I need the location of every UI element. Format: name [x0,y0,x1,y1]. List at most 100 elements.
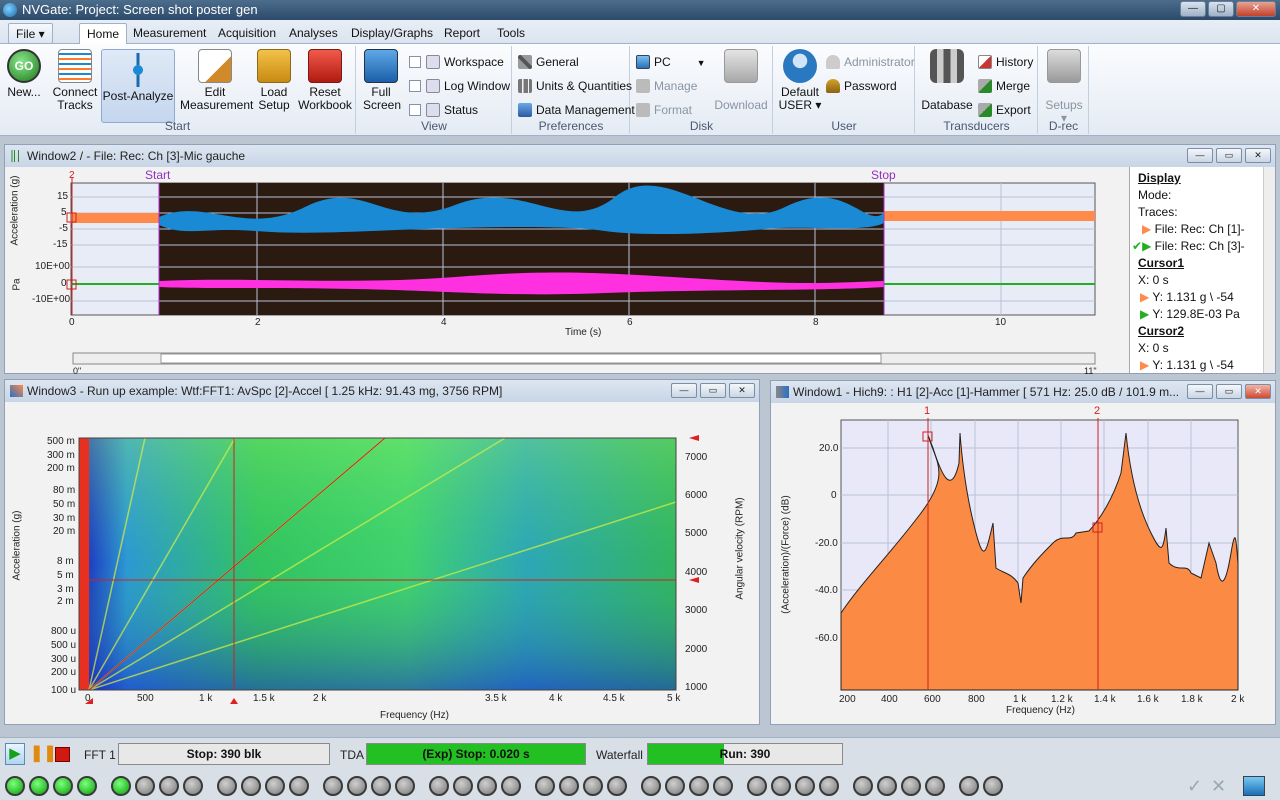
w2-xtick-8: 8 [813,317,819,328]
stop-button[interactable] [55,747,70,762]
default-user-button[interactable]: Default USER ▾ [778,49,822,112]
window1-close-icon[interactable]: ✕ [1245,384,1271,399]
window1-restore-icon[interactable]: ▭ [1216,384,1242,399]
w3-ytick-300u: 300 u [51,654,77,665]
w3-y2tick-7000: 7000 [685,452,708,463]
edit-measurement-button[interactable]: Edit Measurement [180,49,253,112]
window2-scroll-thumb[interactable] [160,353,882,364]
tda-status-text: (Exp) Stop: 0.020 s [422,747,530,761]
data-management-button[interactable]: Data Management [518,100,635,120]
group-user: Default USER ▾ Administrator Password Use… [774,46,915,134]
password-button[interactable]: Password [826,76,897,96]
play-icon: ▶ [9,745,21,762]
scroll-start-label: 0" [73,366,82,376]
group-transducers: Database History Merge Export Transducer… [916,46,1038,134]
log-window-checkbox[interactable] [409,80,421,92]
w1-xtick-1-2k: 1.2 k [1051,694,1073,705]
export-button[interactable]: Export [978,100,1031,120]
setups-button[interactable]: Setups ▾ [1045,49,1083,125]
post-analyze-button[interactable]: Post-Analyze [101,49,175,123]
w3-xtick-500: 500 [137,693,154,704]
app-title-bar: NVGate: Project: Screen shot poster gen … [0,0,1280,20]
window3-plot[interactable] [5,402,759,724]
display-heading[interactable]: Display [1138,171,1181,185]
w2-xtick-2: 2 [255,317,261,328]
play-button[interactable]: ▶ [5,743,25,765]
maximize-icon[interactable]: ▢ [1208,1,1234,17]
load-setup-button[interactable]: Load Setup [255,49,293,112]
connect-tracks-button[interactable]: Connect Tracks [52,49,98,112]
window3-restore-icon[interactable]: ▭ [700,383,726,398]
file-menu-button[interactable]: File ▾ [8,23,53,44]
user-avatar-icon [783,49,817,83]
pc-dropdown[interactable]: PC ▼ [636,52,706,72]
format-label: Format [654,103,693,117]
window3-minimize-icon[interactable]: — [671,383,697,398]
load-label-1: Load [260,85,288,99]
status-checkbox[interactable] [409,104,421,116]
workspace-toggle[interactable]: Workspace [409,52,504,72]
c2y1-play-icon: ▶ [1140,358,1150,372]
reset-workbook-button[interactable]: Reset Workbook [298,49,352,112]
pause-button[interactable]: ❚❚ [30,743,57,765]
minimize-icon[interactable]: — [1180,1,1206,17]
history-button[interactable]: History [978,52,1033,72]
database-button[interactable]: Database [921,49,973,112]
password-lock-icon [826,79,840,93]
checkmark-status-icon[interactable]: ✓ [1187,776,1202,797]
tab-analyses[interactable]: Analyses [282,23,345,44]
log-window-toggle[interactable]: Log Window [409,76,510,96]
window2-close-icon[interactable]: ✕ [1245,148,1271,163]
cursor2-heading[interactable]: Cursor2 [1138,324,1184,338]
tab-display-graphs[interactable]: Display/Graphs [344,23,440,44]
rpm-arrow-top[interactable] [689,435,699,441]
new-button[interactable]: GO New... [4,49,44,99]
user-label: USER [778,98,812,112]
window2-restore-icon[interactable]: ▭ [1216,148,1242,163]
frf-cursor2-label: 2 [1094,405,1101,417]
format-button[interactable]: Format [636,100,692,120]
x-cursor-arrow[interactable] [230,698,238,704]
window1-minimize-icon[interactable]: — [1187,384,1213,399]
window2-plot[interactable] [5,167,1127,373]
c1y2-play-icon: ▶ [1140,307,1150,321]
units-button[interactable]: Units & Quantities [518,76,632,96]
w3-y2tick-5000: 5000 [685,528,708,539]
administrator-button[interactable]: Administrator [826,52,915,72]
status-icon [426,103,440,117]
cursor1-heading[interactable]: Cursor1 [1138,256,1184,270]
group-transducers-label: Transducers [943,119,1010,133]
trace1-item[interactable]: ▶ File: Rec: Ch [1]- [1142,222,1245,236]
c1y1-value: Y: 1.131 g \ -54 [1152,290,1234,304]
tab-report[interactable]: Report [437,23,487,44]
trace-info-scrollbar[interactable] [1263,167,1275,373]
general-button[interactable]: General [518,52,579,72]
trace2-item[interactable]: ✔▶ File: Rec: Ch [3]- [1132,239,1245,253]
window2-minimize-icon[interactable]: — [1187,148,1213,163]
monitor-icon[interactable] [1243,776,1265,796]
status-toggle[interactable]: Status [409,100,478,120]
w2-ytick-m5: -5 [59,223,68,234]
tab-measurement[interactable]: Measurement [126,23,213,44]
close-icon[interactable]: ✕ [1236,1,1276,17]
edit-label-1: Edit [204,85,226,99]
download-button[interactable]: Download [713,49,769,112]
waterfall-icon [10,385,23,397]
tab-home[interactable]: Home [79,23,128,44]
w2-xtick-0: 0 [69,317,75,328]
status-label: Status [444,103,479,117]
workspace-checkbox[interactable] [409,56,421,68]
merge-button[interactable]: Merge [978,76,1030,96]
tab-acquisition[interactable]: Acquisition [211,23,283,44]
window1-plot[interactable] [771,403,1275,724]
channel-led-24 [607,776,627,796]
w1-xtick-1k: 1 k [1013,694,1027,705]
cross-status-icon[interactable]: ✕ [1211,776,1226,797]
tab-tools[interactable]: Tools [490,23,532,44]
manage-label: Manage [654,79,698,93]
group-view-label: View [421,119,447,133]
manage-button[interactable]: Manage [636,76,697,96]
channel-led-10 [241,776,261,796]
full-screen-button[interactable]: Full Screen [363,49,401,112]
window3-close-icon[interactable]: ✕ [729,383,755,398]
